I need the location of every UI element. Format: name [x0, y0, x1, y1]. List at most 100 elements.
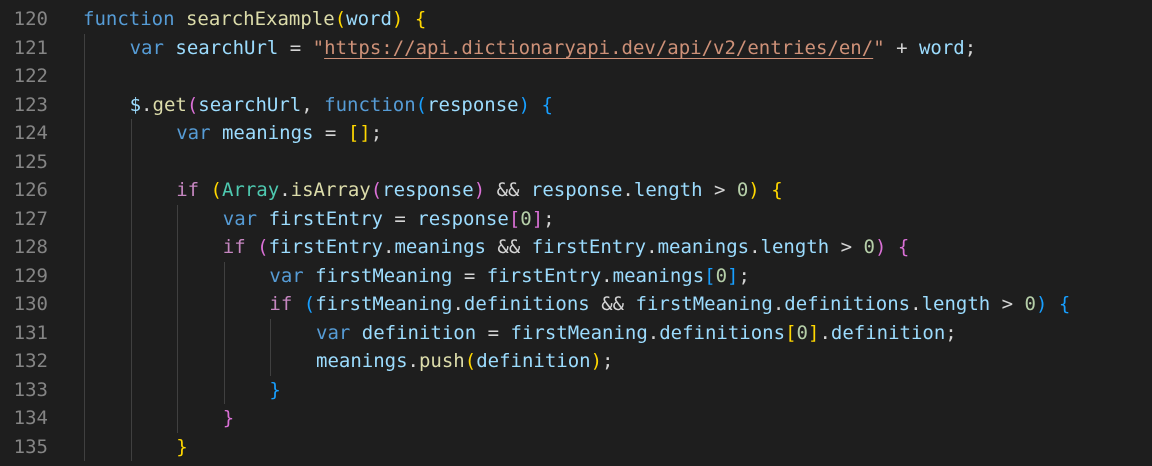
code-token: definitions — [659, 321, 786, 344]
code-token: } — [222, 407, 235, 429]
code-line[interactable]: 122 — [0, 62, 1152, 91]
code-token: searchUrl — [175, 36, 279, 59]
code-text[interactable]: $.get(searchUrl, function(response) { — [130, 91, 553, 120]
code-text[interactable]: meanings.push(definition); — [316, 347, 613, 376]
line-number: 124 — [13, 122, 48, 144]
code-token: searchExample — [185, 8, 335, 30]
code-token: function — [324, 93, 416, 116]
code-token: 0 — [736, 179, 749, 201]
code-text[interactable]: } — [176, 433, 187, 462]
code-token: = — [278, 36, 313, 59]
code-line[interactable]: 132 meanings.push(definition); — [0, 347, 1152, 376]
code-token: [ — [785, 321, 797, 344]
code-line[interactable]: 124 var meanings = []; — [0, 119, 1152, 148]
code-token: ( — [415, 93, 428, 116]
code-line[interactable]: 134} — [0, 404, 1152, 433]
code-token: [ — [508, 207, 521, 230]
code-line[interactable]: 128 if (firstEntry.meanings && firstEntry… — [0, 233, 1152, 262]
code-token: . — [622, 179, 634, 201]
code-line[interactable]: 133} — [0, 376, 1152, 405]
code-token: word — [346, 8, 392, 30]
code-token: = — [382, 207, 418, 230]
code-token: } — [176, 435, 188, 458]
code-token: { — [541, 93, 553, 116]
code-line[interactable]: 130 if (firstMeaning.definitions && first… — [0, 290, 1152, 319]
code-line[interactable]: 129 var firstMeaning = firstEntry.meaning… — [0, 262, 1152, 291]
code-token: firstEntry — [268, 207, 383, 230]
code-token: . — [646, 236, 658, 258]
code-line[interactable]: 131 var definition = firstMeaning.definit… — [0, 319, 1152, 348]
code-token: 0 — [863, 236, 875, 258]
code-token: . — [749, 236, 761, 258]
code-token: && — [589, 293, 636, 315]
code-token: length — [633, 179, 703, 201]
code-token: if — [269, 293, 293, 315]
code-token: ( — [257, 236, 269, 258]
code-line[interactable]: 126 if (Array.isArray(response) && respon… — [0, 176, 1152, 205]
code-text[interactable]: } — [269, 376, 280, 405]
code-text[interactable]: if (firstMeaning.definitions && firstMea… — [269, 290, 1070, 319]
code-token: meanings — [394, 236, 486, 258]
code-line[interactable]: 127 var firstEntry = response[0]; — [0, 205, 1152, 234]
code-token: https://api.dictionaryapi.dev/api/v2/ent… — [324, 36, 874, 59]
code-token: meanings — [316, 350, 408, 372]
code-text[interactable]: } — [223, 404, 234, 433]
code-token: , — [301, 93, 325, 116]
line-number: 134 — [13, 407, 48, 429]
code-token: firstMeaning — [510, 321, 648, 344]
code-text[interactable]: if (firstEntry.meanings && firstEntry.me… — [223, 233, 910, 262]
code-token: firstEntry — [268, 236, 383, 258]
code-text[interactable]: if (Array.isArray(response) && response.… — [176, 176, 782, 205]
code-token: ; — [945, 321, 957, 344]
code-token: if — [222, 236, 246, 258]
indent-guide — [223, 261, 225, 404]
code-token: + — [884, 36, 919, 59]
code-token: Array — [221, 179, 280, 201]
code-text[interactable]: var meanings = []; — [176, 119, 382, 148]
code-token: firstMeaning — [315, 293, 453, 315]
code-token: firstEntry — [486, 264, 602, 287]
code-text[interactable]: var firstMeaning = firstEntry.meanings[0… — [269, 262, 750, 291]
code-text[interactable]: var definition = firstMeaning.definition… — [316, 319, 957, 348]
code-line[interactable]: 135} — [0, 433, 1152, 462]
code-token: > — [829, 236, 864, 258]
code-token: [ — [704, 264, 716, 287]
code-token: { — [897, 236, 910, 258]
code-token: firstEntry — [531, 236, 647, 258]
code-token: " — [873, 36, 885, 59]
line-number: 125 — [13, 150, 48, 173]
code-line[interactable]: 121 var searchUrl = "https://api.dictiona… — [0, 34, 1152, 63]
code-token: var — [129, 36, 164, 59]
code-text[interactable]: var searchUrl = "https://api.dictionarya… — [130, 34, 977, 63]
code-token: ( — [303, 293, 316, 315]
code-token: ) — [874, 236, 887, 258]
indent-guide — [177, 204, 179, 433]
code-token: meanings — [657, 236, 750, 258]
code-token: ; — [602, 350, 614, 372]
line-number: 122 — [13, 65, 48, 87]
line-number: 127 — [13, 207, 48, 230]
code-text[interactable]: var firstEntry = response[0]; — [223, 205, 555, 234]
code-token: meanings — [221, 122, 314, 144]
indent-guide — [270, 318, 272, 376]
code-token: ; — [964, 36, 977, 59]
code-token: 0 — [520, 207, 532, 230]
code-line[interactable]: 125 — [0, 148, 1152, 177]
code-token: 0 — [1024, 293, 1036, 315]
code-token: . — [382, 236, 395, 258]
code-token: } — [269, 378, 281, 401]
line-number: 132 — [13, 350, 48, 372]
code-token: . — [407, 350, 419, 372]
code-token: { — [771, 179, 783, 201]
code-token: push — [418, 350, 465, 372]
code-token: var — [316, 321, 351, 344]
code-line[interactable]: 123 $.get(searchUrl, function(response) { — [0, 91, 1152, 120]
code-token: > — [702, 179, 737, 201]
code-text[interactable]: function searchExample(word) { — [83, 5, 426, 34]
code-editor[interactable]: 120 function searchExample(word) {121 var … — [0, 0, 1152, 466]
code-line[interactable]: 120 function searchExample(word) { — [0, 5, 1152, 34]
